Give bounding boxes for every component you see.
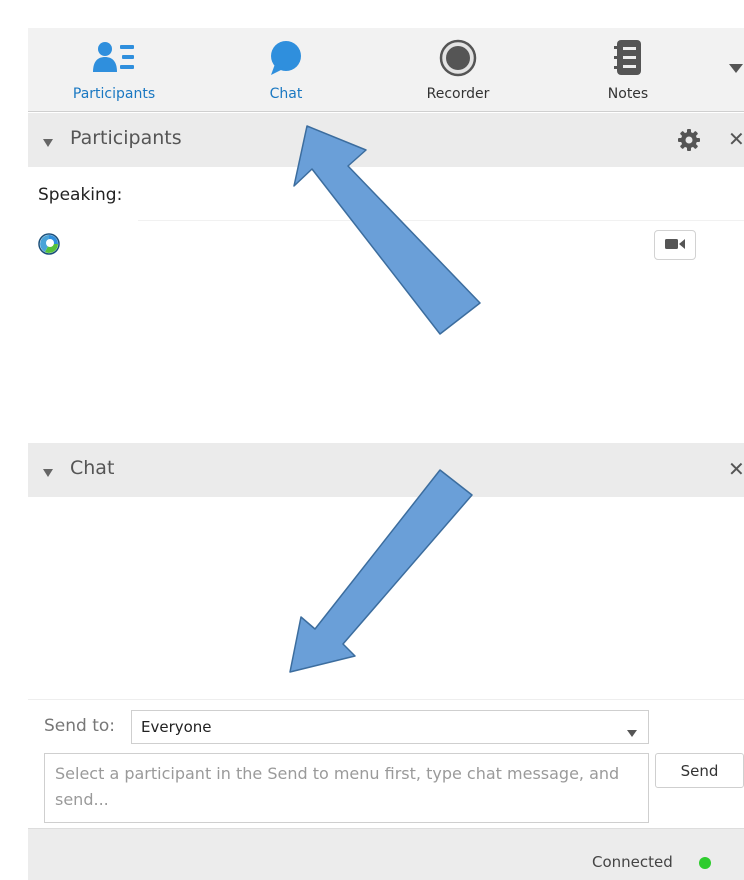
presence-icon [38,233,60,255]
tab-notes-label: Notes [607,86,649,102]
chat-message-area [28,497,744,700]
send-button[interactable]: Send [655,753,744,788]
participants-icon [92,38,136,78]
tab-notes[interactable]: Notes [580,28,676,112]
tab-chat[interactable]: Chat [228,28,344,112]
collapse-caret-icon[interactable] [42,464,54,477]
close-icon[interactable]: ✕ [728,456,744,482]
toolbar-more-button[interactable] [724,56,744,80]
participants-panel-header[interactable]: Participants ✕ [28,113,744,167]
tab-chat-label: Chat [269,86,303,102]
video-camera-icon [664,237,686,254]
send-to-label: Send to: [44,716,116,736]
chat-compose-area: Send to: Everyone Send [28,700,744,828]
chat-panel-title: Chat [70,457,115,479]
window-top-strip [0,0,744,28]
video-button[interactable] [654,230,696,260]
panel-toolbar: Participants Chat Recorder Notes [28,28,744,112]
send-to-value: Everyone [141,718,212,736]
chevron-down-icon [626,723,638,737]
send-to-dropdown[interactable]: Everyone [131,710,649,744]
collapse-caret-icon[interactable] [42,134,54,147]
participant-row[interactable] [28,225,744,265]
close-icon[interactable]: ✕ [728,126,744,152]
connection-status-text: Connected [592,853,673,871]
record-icon [436,38,480,78]
speaking-label: Speaking: [38,185,123,205]
speaking-divider [138,220,744,221]
chat-message-input-box [44,753,649,823]
webex-panel-window: Participants Chat Recorder Notes Partici… [0,0,744,880]
chat-message-input[interactable] [45,754,648,822]
status-bar: Connected [28,828,744,880]
participants-list: Speaking: [28,167,744,443]
chevron-down-icon [728,59,744,78]
chat-bubble-icon [264,38,308,78]
tab-participants[interactable]: Participants [50,28,178,112]
participants-panel-title: Participants [70,127,182,149]
tab-recorder-label: Recorder [426,86,490,102]
chat-panel-header[interactable]: Chat ✕ [28,443,744,497]
tab-recorder[interactable]: Recorder [398,28,518,112]
connection-status-dot [699,857,711,869]
notebook-icon [606,38,650,78]
tab-participants-label: Participants [72,86,156,102]
gear-icon[interactable] [676,127,702,153]
